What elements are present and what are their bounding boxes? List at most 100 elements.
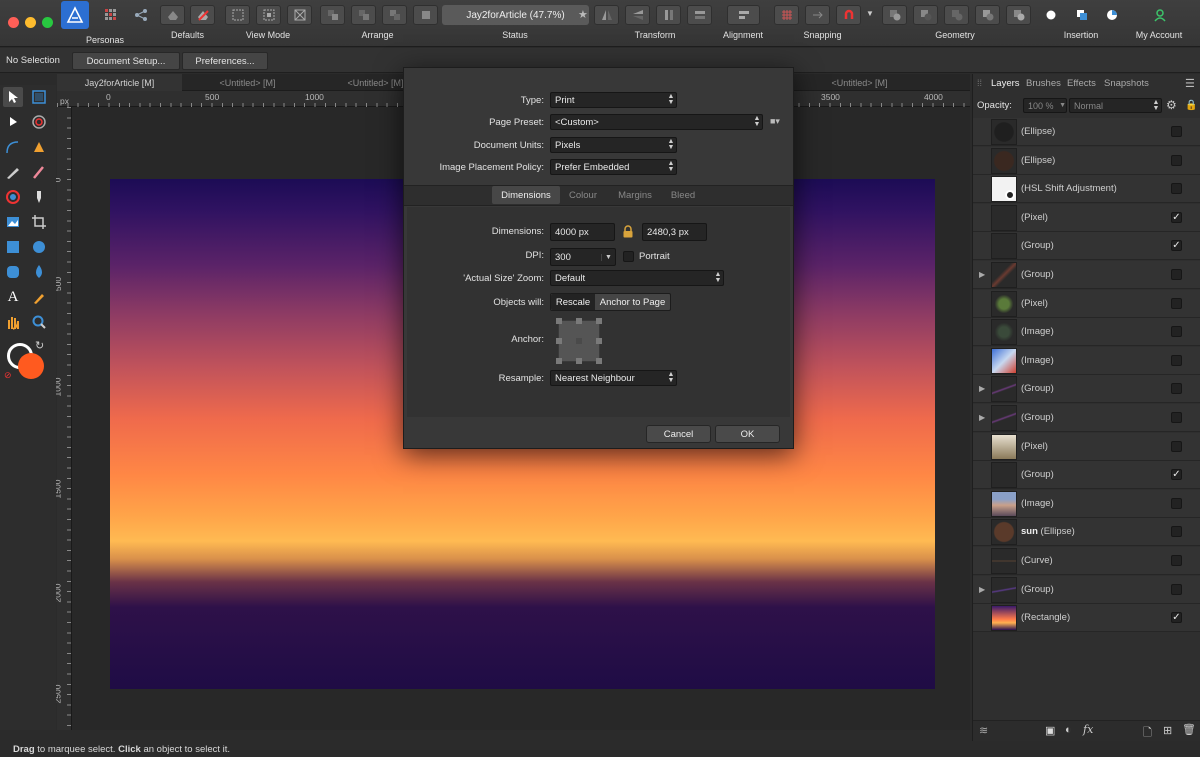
- layer-visibility-checkbox[interactable]: [1171, 354, 1182, 366]
- anchor-point[interactable]: [556, 318, 562, 324]
- view-tool-icon[interactable]: [3, 312, 23, 332]
- add-geometry-icon[interactable]: [882, 5, 907, 25]
- rotate-right-icon[interactable]: [687, 5, 712, 25]
- width-field[interactable]: 4000 px: [550, 223, 615, 241]
- dpi-combobox[interactable]: 300 ▼: [550, 248, 616, 266]
- layer-visibility-checkbox[interactable]: [1171, 526, 1182, 538]
- zoom-window-button[interactable]: [42, 17, 53, 28]
- anchor-point[interactable]: [576, 318, 582, 324]
- document-tab[interactable]: <Untitled> [M]: [797, 74, 922, 91]
- lock-icon[interactable]: 🔒: [1185, 100, 1197, 111]
- anchor-point[interactable]: [596, 338, 602, 344]
- rounded-rectangle-tool-icon[interactable]: [3, 262, 23, 282]
- expand-arrow-icon[interactable]: ▶: [979, 384, 985, 393]
- move-back-one-icon[interactable]: [351, 5, 376, 25]
- pencil-tool-icon[interactable]: [3, 162, 23, 182]
- document-units-select[interactable]: Pixels ▲ ▼: [550, 137, 677, 153]
- layer-row[interactable]: (Ellipse): [973, 146, 1200, 175]
- layers-stack-icon[interactable]: ≋: [979, 724, 988, 737]
- rescale-option[interactable]: Rescale: [551, 294, 595, 310]
- mask-layer-icon[interactable]: ▣: [1045, 724, 1055, 737]
- swap-colors-icon[interactable]: ↻: [35, 339, 44, 352]
- teardrop-tool-icon[interactable]: [29, 262, 49, 282]
- portrait-checkbox[interactable]: [623, 251, 634, 262]
- view-mode-icon-2[interactable]: [256, 5, 281, 25]
- designer-persona-icon[interactable]: [61, 1, 89, 29]
- alignment-icon[interactable]: [727, 5, 760, 25]
- ellipse-tool-icon[interactable]: [29, 237, 49, 257]
- layer-visibility-checkbox[interactable]: ✓: [1171, 469, 1182, 481]
- tab-dimensions[interactable]: Dimensions: [492, 186, 560, 204]
- delete-layer-icon[interactable]: 🗑: [1182, 723, 1196, 736]
- snapping-dropdown-icon[interactable]: ▼: [866, 9, 874, 18]
- layer-row[interactable]: ▶ (Group): [973, 375, 1200, 404]
- rotate-left-icon[interactable]: [656, 5, 681, 25]
- reset-defaults-icon[interactable]: [190, 5, 215, 25]
- lock-icon[interactable]: [622, 225, 634, 238]
- view-mode-icon-1[interactable]: [225, 5, 250, 25]
- tab-snapshots[interactable]: Snapshots: [1104, 74, 1149, 92]
- layer-row[interactable]: (Curve): [973, 547, 1200, 575]
- tab-colour[interactable]: Colour: [562, 186, 604, 204]
- export-persona-icon[interactable]: [128, 5, 153, 25]
- layer-row[interactable]: ▶ (Group): [973, 404, 1200, 432]
- layer-row[interactable]: (Image): [973, 346, 1200, 375]
- crop-tool-icon[interactable]: [29, 212, 49, 232]
- actual-size-zoom-select[interactable]: Default ▲ ▼: [550, 270, 724, 286]
- magnet-snapping-icon[interactable]: [836, 5, 861, 25]
- adjustment-layer-icon[interactable]: ◐: [1065, 724, 1072, 736]
- text-tool-icon[interactable]: A: [3, 287, 23, 307]
- layer-settings-gear-icon[interactable]: ⚙: [1166, 98, 1177, 112]
- star-icon[interactable]: ★: [578, 8, 588, 21]
- defaults-icon[interactable]: [160, 5, 185, 25]
- divide-geometry-icon[interactable]: [1006, 5, 1031, 25]
- intersect-geometry-icon[interactable]: [944, 5, 969, 25]
- expand-arrow-icon[interactable]: ▶: [979, 270, 985, 279]
- move-forward-one-icon[interactable]: [382, 5, 407, 25]
- insert-behind-icon[interactable]: [1039, 5, 1064, 25]
- expand-arrow-icon[interactable]: ▶: [979, 585, 985, 594]
- layer-visibility-checkbox[interactable]: [1171, 269, 1182, 280]
- insert-top-icon[interactable]: [1069, 5, 1094, 25]
- type-select[interactable]: Print ▲ ▼: [550, 92, 677, 108]
- document-status-title[interactable]: Jay2forArticle (47.7%): [442, 5, 589, 25]
- layer-row[interactable]: (HSL Shift Adjustment): [973, 175, 1200, 204]
- layer-row[interactable]: (Pixel): [973, 289, 1200, 318]
- ok-button[interactable]: OK: [715, 425, 780, 443]
- layer-visibility-checkbox[interactable]: [1171, 583, 1182, 595]
- place-image-tool-icon[interactable]: [3, 212, 23, 232]
- document-tab[interactable]: <Untitled> [M]: [185, 74, 310, 91]
- xor-geometry-icon[interactable]: [975, 5, 1000, 25]
- layer-row[interactable]: (Rectangle) ✓: [973, 604, 1200, 633]
- grid-snapping-icon[interactable]: [774, 5, 799, 25]
- layer-visibility-checkbox[interactable]: [1171, 555, 1182, 566]
- layer-visibility-checkbox[interactable]: [1171, 412, 1182, 423]
- layer-visibility-checkbox[interactable]: [1171, 126, 1182, 137]
- image-placement-select[interactable]: Prefer Embedded ▲ ▼: [550, 159, 677, 175]
- rectangle-tool-icon[interactable]: [3, 237, 23, 257]
- panel-drag-handle-icon[interactable]: ⁞⁞: [977, 78, 982, 88]
- no-fill-icon[interactable]: ⊘: [4, 370, 12, 381]
- anchor-point[interactable]: [556, 338, 562, 344]
- anchor-grid[interactable]: [556, 318, 602, 364]
- layer-visibility-checkbox[interactable]: [1171, 297, 1182, 309]
- anchor-point[interactable]: [596, 318, 602, 324]
- tab-layers[interactable]: Layers: [991, 74, 1020, 92]
- transparency-tool-icon[interactable]: [29, 187, 49, 207]
- layer-visibility-checkbox[interactable]: [1171, 183, 1182, 195]
- fill-tool-icon[interactable]: [3, 187, 23, 207]
- layer-visibility-checkbox[interactable]: ✓: [1171, 211, 1182, 223]
- flip-horizontal-icon[interactable]: [594, 5, 619, 25]
- anchor-point[interactable]: [576, 358, 582, 364]
- tab-brushes[interactable]: Brushes: [1026, 74, 1061, 92]
- move-to-front-icon[interactable]: [413, 5, 438, 25]
- layer-row[interactable]: ▶ (Group): [973, 575, 1200, 604]
- document-tab-active[interactable]: Jay2forArticle [M]: [57, 74, 182, 91]
- pen-tool-icon[interactable]: [29, 137, 49, 157]
- tab-margins[interactable]: Margins: [610, 186, 660, 204]
- preferences-button[interactable]: Preferences...: [182, 52, 268, 70]
- resample-select[interactable]: Nearest Neighbour ▲ ▼: [550, 370, 677, 386]
- tab-bleed[interactable]: Bleed: [662, 186, 704, 204]
- layer-row[interactable]: sun (Ellipse): [973, 518, 1200, 547]
- panel-menu-icon[interactable]: ☰: [1185, 77, 1195, 90]
